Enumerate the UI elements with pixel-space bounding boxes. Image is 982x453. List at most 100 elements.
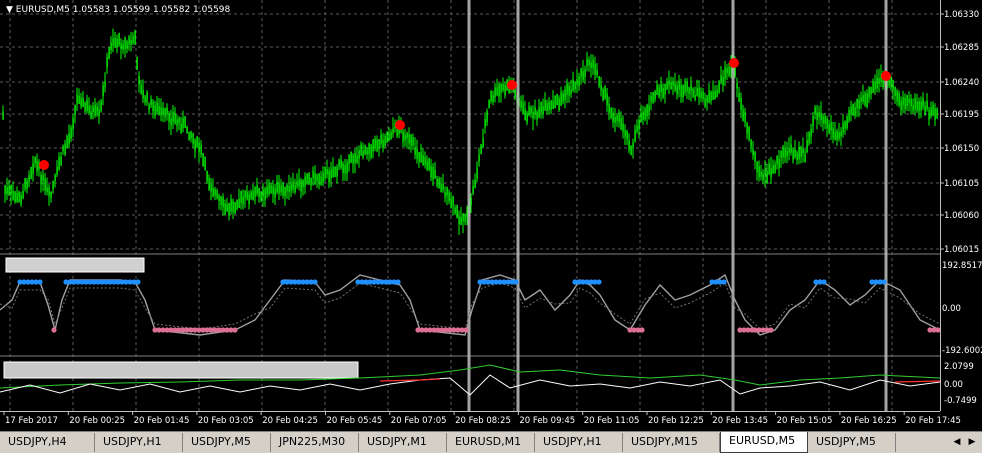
candle-body — [346, 162, 348, 174]
chart-tab[interactable]: USDJPY,M5 — [183, 433, 271, 452]
candle-body — [530, 107, 532, 114]
candle-body — [212, 187, 214, 197]
candle-body — [776, 155, 778, 165]
candle-body — [22, 190, 24, 199]
candle-body — [782, 146, 784, 158]
candle-body — [164, 107, 166, 117]
candle-body — [714, 90, 716, 100]
candle-body — [534, 107, 536, 115]
price-tick-label: 1.06285 — [944, 43, 979, 53]
candle-body — [598, 75, 600, 87]
candle-body — [544, 100, 546, 111]
candle-body — [494, 87, 496, 98]
candle-body — [674, 83, 676, 91]
candle-body — [754, 151, 756, 162]
candle-body — [148, 104, 150, 110]
scroll-left-icon[interactable]: ◀ — [950, 435, 964, 449]
candle-body — [806, 140, 808, 153]
candle-body — [648, 105, 650, 113]
candle-body — [194, 139, 196, 151]
price-tick-label: 1.06240 — [944, 78, 979, 88]
chart-tab[interactable]: USDJPY,H4 — [0, 433, 95, 452]
candle-body — [546, 103, 548, 112]
candle-body — [932, 104, 934, 116]
candle-body — [626, 131, 628, 140]
candle-body — [704, 98, 706, 107]
candle-body — [622, 123, 624, 132]
indicator-label-box — [5, 257, 145, 273]
candle-body — [872, 80, 874, 94]
candle-body — [484, 119, 486, 128]
candle-body — [282, 183, 284, 196]
price-scale[interactable]: 1.06330 1.06285 1.06240 1.06195 1.06150 1.061… — [940, 0, 982, 411]
candle-body — [496, 87, 498, 96]
chart-tab[interactable]: USDJPY,H1 — [535, 433, 623, 452]
candle-body — [142, 90, 144, 99]
dropdown-triangle-icon[interactable]: ▼ — [6, 5, 13, 15]
candle-body — [844, 120, 846, 129]
macd-tick-label: 0.00 — [944, 380, 963, 390]
chart-tab[interactable]: USDJPY,M15 — [623, 433, 720, 452]
oscillator-high-dot — [721, 279, 727, 285]
candle-body — [860, 97, 862, 102]
candle-body — [420, 152, 422, 162]
candle-body — [836, 130, 838, 140]
candle-body — [250, 191, 252, 199]
candle-body — [102, 85, 104, 97]
candle-body — [228, 203, 230, 215]
time-tick-label: 20 Feb 11:05 — [584, 416, 640, 426]
candle-body — [838, 131, 840, 139]
candle-body — [824, 116, 826, 125]
candle-body — [694, 94, 696, 100]
chart-tab[interactable]: JPN225,M30 — [271, 433, 359, 452]
candle-body — [650, 95, 652, 102]
candle-body — [124, 37, 126, 49]
candle-body — [642, 111, 644, 120]
candle-body — [260, 191, 262, 201]
candle-body — [366, 149, 368, 155]
candle-body — [156, 102, 158, 112]
candle-body — [568, 85, 570, 96]
candle-body — [654, 90, 656, 100]
price-tick-label: 1.06195 — [944, 110, 979, 120]
chart-tab[interactable]: USDJPY,M1 — [359, 433, 447, 452]
candle-body — [26, 180, 28, 190]
candle-body — [620, 118, 622, 131]
candle-body — [856, 98, 858, 109]
candle-body — [828, 124, 830, 134]
candle-body — [178, 117, 180, 124]
time-axis[interactable]: 17 Feb 2017 20 Feb 00:25 20 Feb 01:45 20 Fe… — [0, 411, 982, 431]
scroll-right-icon[interactable]: ▶ — [965, 435, 979, 449]
candle-body — [662, 88, 664, 98]
candle-body — [618, 113, 620, 123]
candle-body — [460, 216, 462, 226]
candle-body — [644, 108, 646, 120]
candle-body — [552, 101, 554, 110]
chart-window: ▼ EURUSD,M5 1.05583 1.05599 1.05582 1.05… — [0, 0, 982, 453]
candle-body — [748, 127, 750, 140]
oscillator-high-dot — [395, 279, 401, 285]
candle-body — [110, 42, 112, 50]
chart-tab[interactable]: USDJPY,H1 — [95, 433, 183, 452]
candle-body — [564, 89, 566, 100]
candle-body — [292, 181, 294, 190]
candle-body — [378, 138, 380, 148]
candle-body — [216, 190, 218, 199]
time-tick-label: 20 Feb 07:05 — [391, 416, 447, 426]
chart-tab[interactable]: EURUSD,M5 — [720, 432, 808, 453]
candle-body — [152, 101, 154, 111]
candle-body — [258, 187, 260, 198]
chart-tab[interactable]: USDJPY,M5 — [808, 433, 896, 452]
candle-body — [562, 93, 564, 102]
candle-body — [612, 113, 614, 123]
candle-body — [422, 155, 424, 165]
chart-tab[interactable]: EURUSD,M1 — [447, 433, 535, 452]
candle-body — [32, 163, 34, 175]
chart-canvas[interactable] — [0, 0, 941, 411]
candle-body — [380, 134, 382, 145]
chart-plot-area[interactable]: ▼ EURUSD,M5 1.05583 1.05599 1.05582 1.05… — [0, 0, 941, 411]
candle-body — [682, 85, 684, 98]
candle-body — [224, 203, 226, 215]
candle-body — [368, 143, 370, 155]
candle-body — [302, 179, 304, 187]
